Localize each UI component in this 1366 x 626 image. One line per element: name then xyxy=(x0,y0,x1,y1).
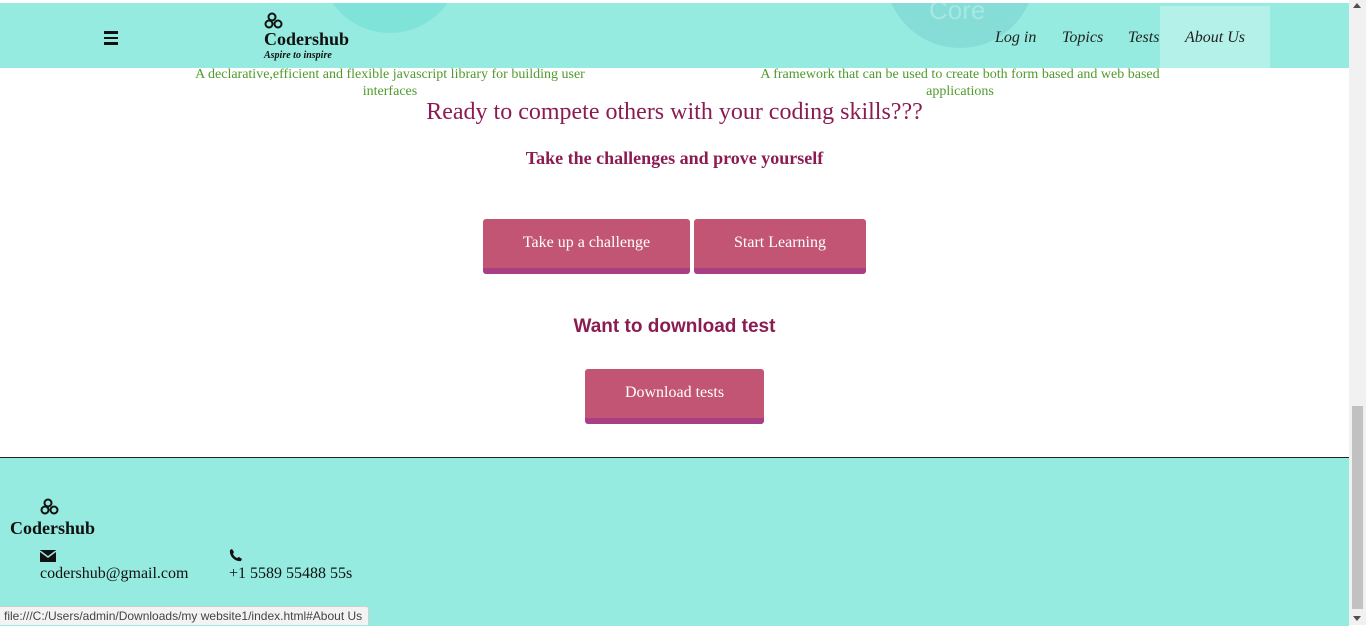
card-description-left: A declarative,efficient and flexible jav… xyxy=(195,67,585,99)
browser-status-bar: file:///C:/Users/admin/Downloads/my webs… xyxy=(0,606,370,625)
nav-decoration-text: Core xyxy=(929,3,986,25)
nav-tests-link[interactable]: Tests xyxy=(1128,6,1159,68)
scrollbar-thumb[interactable] xyxy=(1352,406,1363,609)
footer: Codershub codershub@gmail.com +1 5589 55… xyxy=(0,457,1349,626)
footer-email[interactable]: codershub@gmail.com xyxy=(40,565,188,583)
page-headline: Ready to compete others with your coding… xyxy=(426,99,923,125)
footer-brand-name: Codershub xyxy=(10,518,96,538)
page-subheadline: Take the challenges and prove yourself xyxy=(525,148,824,168)
take-challenge-button[interactable]: Take up a challenge xyxy=(483,219,690,274)
vertical-scrollbar[interactable] xyxy=(1349,0,1366,625)
start-learning-button[interactable]: Start Learning xyxy=(694,219,866,274)
codershub-logo-icon xyxy=(40,498,59,515)
phone-icon xyxy=(229,549,242,562)
scroll-down-arrow-icon[interactable] xyxy=(1353,616,1361,621)
navbar: Core Codershub Aspire to inspire Log in … xyxy=(0,3,1349,68)
download-tests-button[interactable]: Download tests xyxy=(585,369,764,424)
footer-phone[interactable]: +1 5589 55488 55s xyxy=(229,565,352,583)
nav-topics-link[interactable]: Topics xyxy=(1062,6,1103,68)
brand[interactable]: Codershub Aspire to inspire xyxy=(264,12,349,61)
card-description-right: A framework that can be used to create b… xyxy=(760,67,1160,99)
envelope-icon xyxy=(40,550,56,562)
nav-about-label: About Us xyxy=(1185,29,1245,46)
nav-login-link[interactable]: Log in xyxy=(995,6,1036,68)
brand-tagline: Aspire to inspire xyxy=(264,50,332,61)
scroll-up-arrow-icon[interactable] xyxy=(1353,3,1361,8)
menu-icon[interactable] xyxy=(104,31,118,48)
brand-name: Codershub xyxy=(264,29,350,49)
nav-about-link[interactable]: About Us xyxy=(1160,6,1270,68)
codershub-logo-icon xyxy=(264,12,283,29)
download-heading: Want to download test xyxy=(573,316,776,337)
